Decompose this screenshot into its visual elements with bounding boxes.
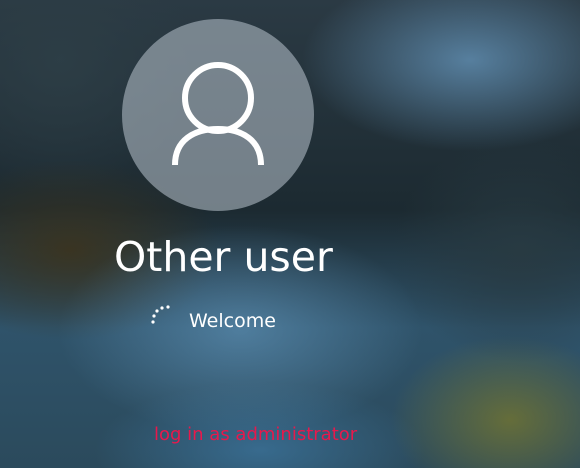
username-label: Other user — [114, 233, 333, 281]
lock-screen-background: Other user Welcome log in as administrat… — [0, 0, 580, 468]
user-silhouette-icon — [172, 62, 264, 166]
annotation-text: log in as administrator — [154, 424, 358, 445]
loading-spinner-icon — [147, 302, 177, 332]
status-message: Welcome — [189, 310, 276, 332]
user-avatar — [122, 19, 314, 211]
